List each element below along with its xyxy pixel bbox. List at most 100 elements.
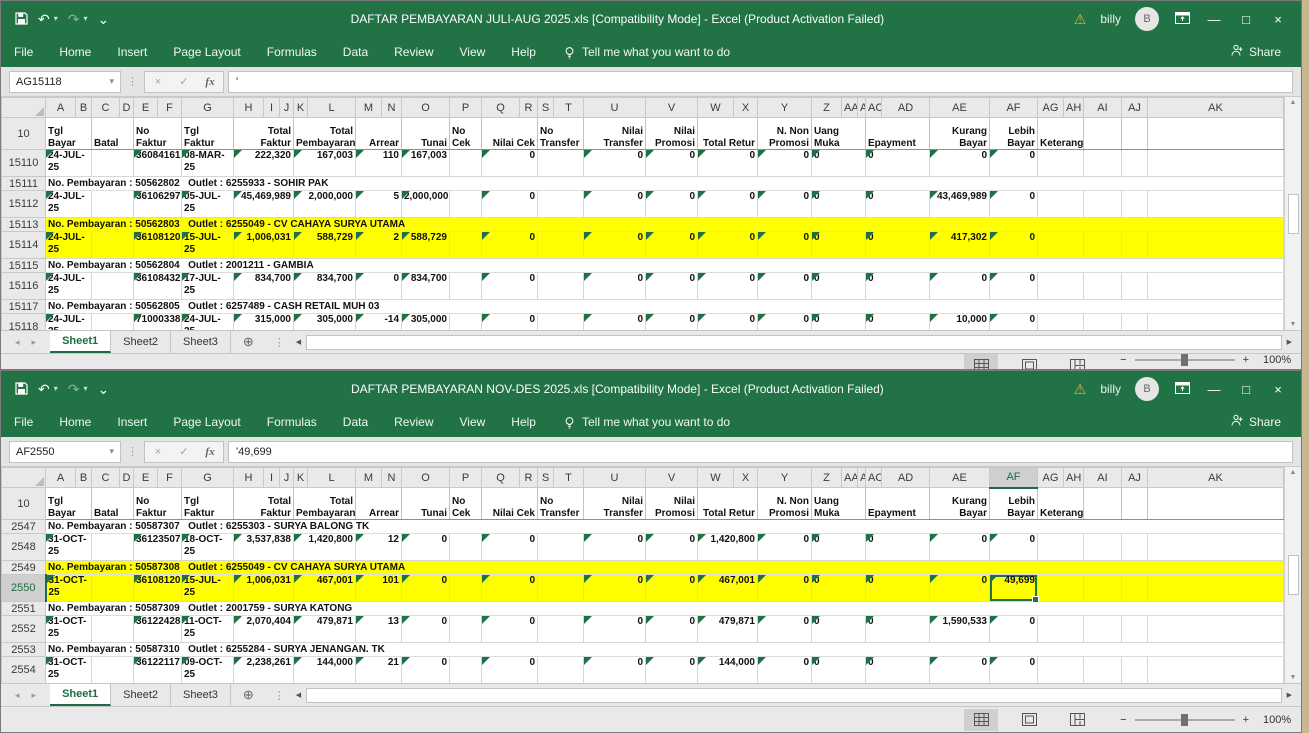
- cell[interactable]: 0: [812, 314, 866, 331]
- cell[interactable]: -14: [356, 314, 402, 331]
- new-sheet-icon[interactable]: ⊕: [231, 684, 266, 706]
- ribbon-tab-home[interactable]: Home: [46, 37, 104, 67]
- cell[interactable]: 0: [584, 232, 646, 259]
- cell[interactable]: 834,700: [294, 273, 356, 300]
- maximize-button[interactable]: □: [1237, 12, 1255, 27]
- cell[interactable]: [538, 314, 584, 331]
- field-header-cell[interactable]: [1148, 488, 1284, 520]
- cell[interactable]: [538, 232, 584, 259]
- confirm-entry-icon[interactable]: ✓: [171, 445, 197, 458]
- cell[interactable]: 0: [930, 657, 990, 684]
- save-icon[interactable]: [15, 12, 28, 27]
- row-header-15112[interactable]: 15112: [2, 191, 46, 218]
- sheet-tab-sheet3[interactable]: Sheet3: [171, 684, 231, 706]
- field-header-cell[interactable]: Keterangan: [1038, 488, 1084, 520]
- row-header-15118[interactable]: 15118: [2, 314, 46, 331]
- cell[interactable]: 479,871: [698, 616, 758, 643]
- cell[interactable]: 0: [930, 273, 990, 300]
- undo-icon[interactable]: ↶: [38, 12, 50, 26]
- cell[interactable]: 15-JUL-25: [182, 232, 234, 259]
- vertical-scrollbar[interactable]: ▲▼: [1284, 97, 1301, 330]
- cell[interactable]: 0: [402, 657, 450, 684]
- column-header-AF[interactable]: AF: [990, 98, 1038, 118]
- column-header-Q[interactable]: Q: [482, 468, 520, 488]
- cell[interactable]: 2,000,000: [402, 191, 450, 218]
- cell[interactable]: [1038, 616, 1084, 643]
- user-name[interactable]: billy: [1100, 12, 1121, 26]
- column-header-C[interactable]: C: [92, 98, 120, 118]
- field-header-cell[interactable]: Nilai Transfer: [584, 118, 646, 150]
- prev-sheet-icon[interactable]: ◂: [15, 337, 20, 348]
- cell[interactable]: 2,070,404: [234, 616, 294, 643]
- field-header-cell[interactable]: Tunai: [402, 118, 450, 150]
- cell[interactable]: 17-JUL-25: [182, 273, 234, 300]
- cell[interactable]: [450, 616, 482, 643]
- cell[interactable]: 0: [646, 191, 698, 218]
- ribbon-tab-file[interactable]: File: [1, 407, 46, 437]
- user-avatar[interactable]: B: [1135, 7, 1159, 31]
- field-header-cell[interactable]: No Faktur: [134, 488, 182, 520]
- cell[interactable]: 71000338: [134, 314, 182, 331]
- column-header-I[interactable]: I: [264, 468, 280, 488]
- cell[interactable]: 0: [758, 232, 812, 259]
- cell[interactable]: [92, 657, 134, 684]
- row-header-2550[interactable]: 2550: [2, 575, 46, 602]
- zoom-percentage[interactable]: 100%: [1263, 354, 1301, 366]
- field-header-cell[interactable]: Tunai: [402, 488, 450, 520]
- row-header-15110[interactable]: 15110: [2, 150, 46, 177]
- column-header-A[interactable]: A: [46, 468, 76, 488]
- formula-input[interactable]: '49,699: [228, 441, 1293, 463]
- horizontal-scrollbar[interactable]: ⋮◀▶: [266, 684, 1301, 706]
- cell[interactable]: 0: [698, 273, 758, 300]
- column-header-Z[interactable]: Z: [812, 98, 842, 118]
- column-header-O[interactable]: O: [402, 98, 450, 118]
- cell[interactable]: [1084, 232, 1122, 259]
- field-header-cell[interactable]: Nilai Cek: [482, 118, 538, 150]
- ribbon-tab-data[interactable]: Data: [330, 37, 381, 67]
- cell[interactable]: 0: [866, 534, 930, 561]
- column-header-D[interactable]: D: [120, 98, 134, 118]
- column-header-F[interactable]: F: [158, 468, 182, 488]
- cell[interactable]: [450, 657, 482, 684]
- cell[interactable]: [450, 575, 482, 602]
- cell[interactable]: [450, 534, 482, 561]
- payment-note-cell[interactable]: No. Pembayaran : 50587309 Outlet : 20017…: [46, 602, 1284, 616]
- select-all-corner[interactable]: [2, 98, 46, 118]
- field-header-cell[interactable]: Batal: [92, 488, 134, 520]
- cell[interactable]: [1084, 191, 1122, 218]
- zoom-in-icon[interactable]: +: [1243, 354, 1249, 366]
- field-header-cell[interactable]: Tgl Faktur: [182, 488, 234, 520]
- cell[interactable]: [1148, 314, 1284, 331]
- field-header-cell[interactable]: Total Retur: [698, 488, 758, 520]
- tabbar-resize-handle[interactable]: ⋮: [268, 336, 291, 349]
- cell[interactable]: [450, 232, 482, 259]
- cell[interactable]: 0: [482, 191, 538, 218]
- column-header-W[interactable]: W: [698, 468, 734, 488]
- column-header-AB[interactable]: AB: [858, 98, 866, 118]
- cell[interactable]: 13: [356, 616, 402, 643]
- scroll-down-icon[interactable]: ▼: [1290, 674, 1297, 681]
- cell[interactable]: [538, 534, 584, 561]
- field-header-cell[interactable]: [1122, 118, 1148, 150]
- zoom-slider[interactable]: [1135, 719, 1235, 721]
- field-header-cell[interactable]: Total Pembayaran: [294, 488, 356, 520]
- cell[interactable]: [450, 150, 482, 177]
- cell[interactable]: 36108120: [134, 575, 182, 602]
- cell[interactable]: 0: [990, 232, 1038, 259]
- vertical-scroll-thumb[interactable]: [1288, 194, 1299, 234]
- cell[interactable]: [538, 150, 584, 177]
- cell[interactable]: [1084, 314, 1122, 331]
- field-header-cell[interactable]: Nilai Promosi: [646, 118, 698, 150]
- column-header-M[interactable]: M: [356, 98, 382, 118]
- sheet-tab-sheet3[interactable]: Sheet3: [171, 331, 231, 353]
- maximize-button[interactable]: □: [1237, 382, 1255, 397]
- cell[interactable]: 0: [812, 191, 866, 218]
- cell[interactable]: 0: [866, 232, 930, 259]
- cell[interactable]: [538, 657, 584, 684]
- cell[interactable]: 0: [402, 575, 450, 602]
- undo-icon[interactable]: ↶: [38, 382, 50, 396]
- cell[interactable]: [538, 191, 584, 218]
- payment-note-cell[interactable]: No. Pembayaran : 50562804 Outlet : 20012…: [46, 259, 1284, 273]
- column-header-AK[interactable]: AK: [1148, 98, 1284, 118]
- ribbon-tab-page-layout[interactable]: Page Layout: [160, 407, 253, 437]
